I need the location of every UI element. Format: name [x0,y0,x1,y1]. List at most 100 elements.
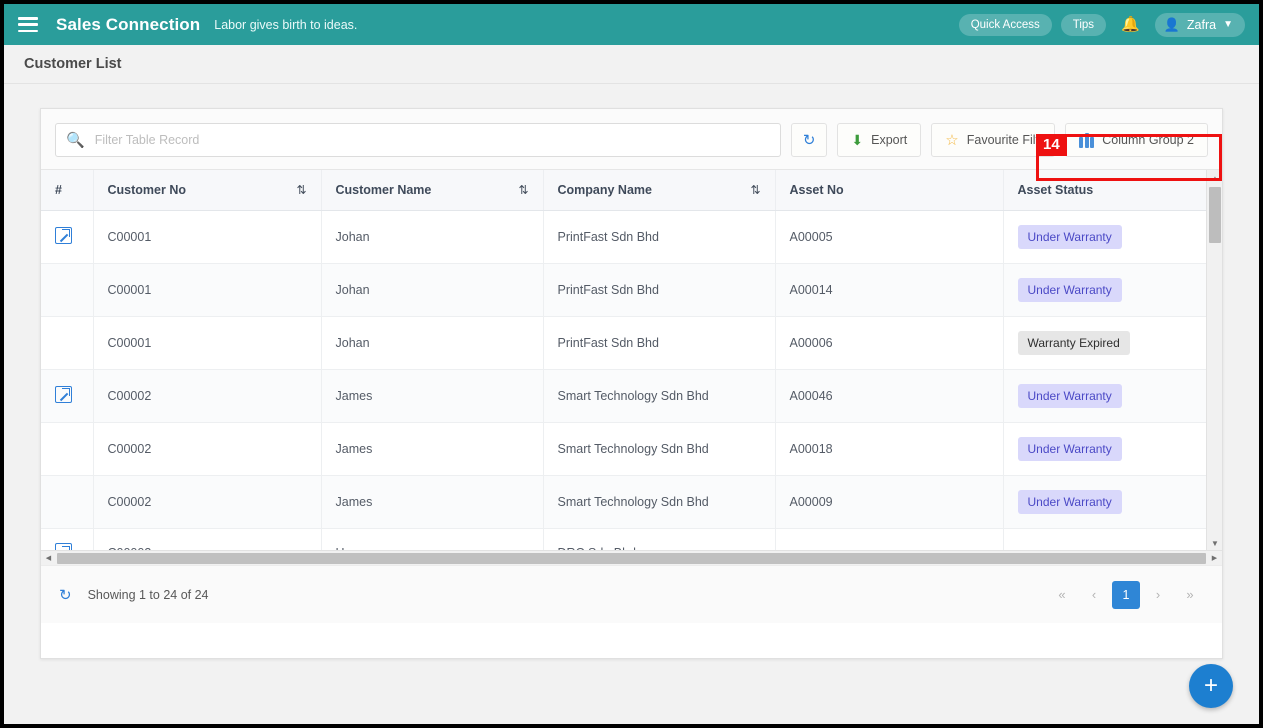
table-row[interactable]: C00002 James Smart Technology Sdn Bhd A0004… [41,369,1209,423]
pagination-prev-button[interactable]: ‹ [1080,581,1108,609]
column-header-customer-no[interactable]: Customer No ⇅ [93,170,322,211]
column-header-customer-name[interactable]: Customer Name ⇅ [321,170,544,211]
quick-access-button[interactable]: Quick Access [958,13,1052,36]
cell-company-name: Smart Technology Sdn Bhd [543,369,776,423]
table-footer: ↻ Showing 1 to 24 of 24 « ‹ 1 › » [41,565,1222,623]
cell-asset-no: A00018 [775,422,1004,476]
status-badge: Under Warranty [1017,383,1122,408]
cell-company-name: PrintFast Sdn Bhd [543,316,776,370]
column-group-label: Column Group 2 [1102,133,1194,147]
table-body: C00001 Johan PrintFast Sdn Bhd A00005 Under … [41,210,1209,550]
table-scroll-area: # Customer No ⇅ Customer Name ⇅ Company … [41,169,1222,550]
horizontal-scrollbar[interactable]: ◀ ▶ [41,550,1222,565]
table-row[interactable]: C00003HenryDRC Sdn Bhd-- [41,528,1209,550]
row-expand-cell [41,422,94,476]
sort-updown-icon[interactable]: ⇅ [518,183,528,197]
row-expand-cell [41,475,94,529]
cell-customer-name: James [321,369,544,423]
vertical-scrollbar[interactable]: ▲ ▼ [1206,170,1222,550]
table-row[interactable]: C00002 James Smart Technology Sdn Bhd A0001… [41,422,1209,476]
app-tagline: Labor gives birth to ideas. [214,17,358,32]
column-header-asset-no-label: Asset No [789,182,844,197]
pagination-first-button[interactable]: « [1048,581,1076,609]
refresh-button[interactable]: ↻ [790,123,828,157]
showing-records-label: Showing 1 to 24 of 24 [87,587,209,602]
app-brand-title: Sales Connection [56,14,201,34]
cell-company-name: Smart Technology Sdn Bhd [543,475,776,529]
column-header-num-label: # [55,182,62,197]
columns-icon [1079,132,1095,148]
top-navigation-bar: Sales Connection Labor gives birth to id… [4,4,1259,45]
sort-updown-icon[interactable]: ⇅ [296,183,306,197]
scroll-right-arrow-icon[interactable]: ▶ [1207,551,1222,566]
export-button[interactable]: ⬇ Export [837,123,922,157]
search-input[interactable] [94,133,770,147]
column-header-asset-status[interactable]: Asset Status [1003,170,1209,211]
open-external-icon[interactable] [55,385,72,403]
refresh-icon: ↻ [802,132,816,149]
scroll-left-arrow-icon[interactable]: ◀ [41,551,56,566]
cell-asset-status: Under Warranty [1003,475,1209,529]
cell-customer-name: Johan [321,316,544,370]
column-header-asset-no[interactable]: Asset No [775,170,1004,211]
column-header-num[interactable]: # [41,170,94,211]
open-external-icon[interactable] [55,226,72,244]
scroll-down-arrow-icon[interactable]: ▼ [1207,535,1222,550]
app-screen: Sales Connection Labor gives birth to id… [4,4,1259,724]
plus-icon: + [1203,672,1218,699]
footer-refresh-icon[interactable]: ↻ [59,586,72,604]
cell-asset-status: Under Warranty [1003,422,1209,476]
pagination-page-1-button[interactable]: 1 [1112,580,1140,609]
search-input-wrapper[interactable]: 🔍 [55,123,781,157]
sort-updown-icon[interactable]: ⇅ [750,183,760,197]
cell-asset-status: Warranty Expired [1003,316,1209,370]
cell-customer-name: Johan [321,263,544,317]
column-group-button[interactable]: Column Group 2 [1065,123,1208,157]
cell-asset-status: Under Warranty [1003,263,1209,317]
vertical-scrollbar-thumb[interactable] [1209,187,1221,243]
table-head: # Customer No ⇅ Customer Name ⇅ Company … [41,170,1209,211]
table-row[interactable]: C00001 Johan PrintFast Sdn Bhd A00006 Warran… [41,316,1209,370]
status-badge: Under Warranty [1017,277,1122,302]
table-row[interactable]: C00002 James Smart Technology Sdn Bhd A0000… [41,475,1209,529]
search-icon: 🔍 [66,132,85,149]
tips-button[interactable]: Tips [1060,13,1107,36]
add-record-fab[interactable]: + [1189,664,1233,708]
hamburger-icon[interactable] [18,17,38,32]
user-icon: 👤 [1163,16,1180,32]
scroll-up-arrow-icon[interactable]: ▲ [1207,170,1222,186]
horizontal-scrollbar-thumb[interactable] [57,552,1206,564]
pagination-next-button[interactable]: › [1144,581,1172,609]
bell-icon[interactable]: 🔔 [1115,17,1146,32]
pagination-last-button[interactable]: » [1176,581,1204,609]
cell-customer-name: James [321,422,544,476]
open-external-icon[interactable] [55,543,72,550]
cell-company-name: PrintFast Sdn Bhd [543,263,776,317]
pagination: « ‹ 1 › » [1048,580,1204,609]
row-expand-cell [41,316,94,370]
cell-asset-no: A00005 [775,210,1004,264]
row-expand-cell [41,210,94,264]
cell-customer-no: C00002 [93,475,322,529]
column-header-customer-name-label: Customer Name [335,182,432,197]
cell-customer-no: C00001 [93,263,322,317]
cell-customer-name: Henry [321,528,544,550]
cell-customer-no: C00003 [93,528,322,550]
cell-customer-name: James [321,475,544,529]
column-header-company-name[interactable]: Company Name ⇅ [543,170,776,211]
column-header-asset-status-label: Asset Status [1017,182,1094,197]
row-expand-cell [41,528,94,550]
table-row[interactable]: C00001 Johan PrintFast Sdn Bhd A00005 Under … [41,210,1209,264]
column-header-company-name-label: Company Name [557,182,652,197]
table-row[interactable]: C00001 Johan PrintFast Sdn Bhd A00014 Under … [41,263,1209,317]
cell-asset-no: A00006 [775,316,1004,370]
cell-asset-no: A00009 [775,475,1004,529]
column-header-customer-no-label: Customer No [107,182,186,197]
cell-customer-no: C00002 [93,369,322,423]
user-menu[interactable]: 👤 Zafra ▼ [1154,12,1245,37]
user-name-label: Zafra [1186,17,1217,32]
chevron-down-icon: ▼ [1223,19,1233,30]
cell-company-name: PrintFast Sdn Bhd [543,210,776,264]
cell-customer-no: C00001 [93,316,322,370]
customer-list-card: 🔍 ↻ ⬇ Export ☆ Favourite Filter Column G… [40,108,1223,659]
